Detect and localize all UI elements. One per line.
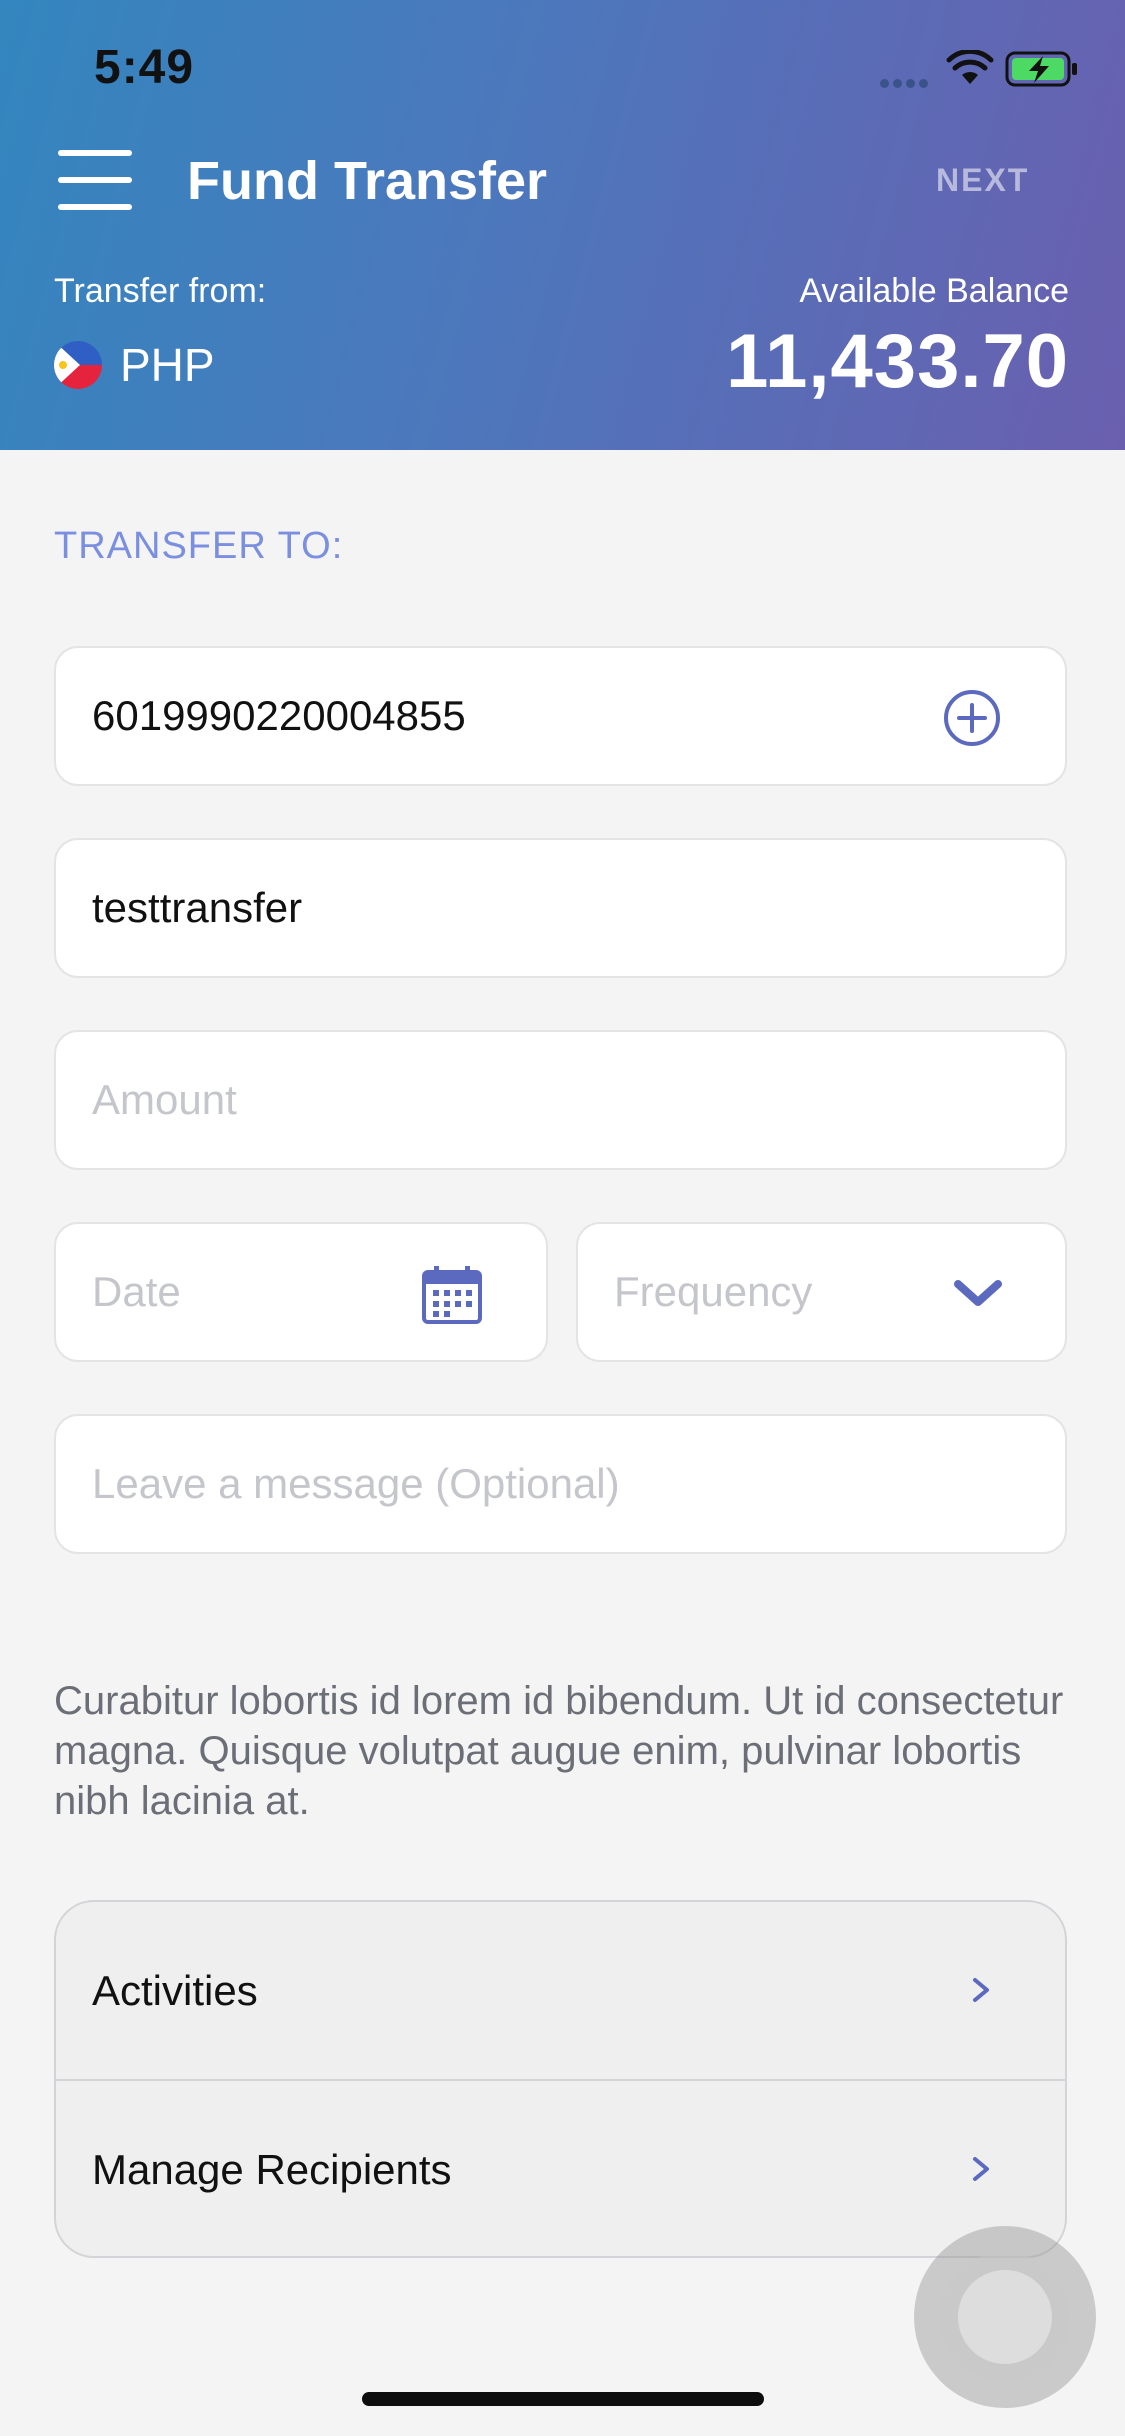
amount-placeholder: Amount (92, 1076, 237, 1123)
wifi-icon (946, 50, 994, 84)
activities-link[interactable]: Activities (56, 1902, 1065, 2079)
hamburger-menu-icon[interactable] (58, 150, 132, 210)
calendar-icon[interactable] (422, 1264, 482, 1324)
frequency-placeholder: Frequency (614, 1268, 813, 1315)
header: 5:49 Fund Transfer NEXT Transfer from: P… (0, 0, 1125, 450)
recipient-name-value: testtransfer (92, 884, 303, 931)
manage-recipients-link[interactable]: Manage Recipients (56, 2081, 1065, 2256)
chevron-right-icon (973, 1978, 989, 2002)
message-placeholder: Leave a message (Optional) (92, 1460, 620, 1507)
account-number-field[interactable]: 6019990220004855 (54, 646, 1067, 786)
cellular-signal-icon (880, 75, 932, 93)
battery-charging-icon (1005, 51, 1077, 87)
status-time: 5:49 (94, 41, 195, 94)
activities-label: Activities (92, 1967, 258, 2014)
chevron-right-icon (973, 2157, 989, 2181)
date-placeholder: Date (92, 1268, 181, 1315)
transfer-to-label: TRANSFER TO: (54, 525, 344, 567)
available-balance-label: Available Balance (799, 272, 1069, 310)
plus-circle-icon[interactable] (942, 688, 1002, 748)
account-number-value: 6019990220004855 (92, 692, 466, 739)
message-field[interactable]: Leave a message (Optional) (54, 1414, 1067, 1554)
page-title: Fund Transfer (187, 151, 548, 211)
available-balance-value: 11,433.70 (726, 319, 1069, 404)
assistive-touch-center (958, 2270, 1052, 2364)
home-indicator[interactable] (362, 2392, 764, 2406)
date-field[interactable]: Date (54, 1222, 548, 1362)
amount-field[interactable]: Amount (54, 1030, 1067, 1170)
chevron-down-icon[interactable] (948, 1264, 1008, 1324)
recipient-name-field[interactable]: testtransfer (54, 838, 1067, 978)
assistive-touch-button[interactable] (914, 2226, 1096, 2408)
frequency-dropdown[interactable]: Frequency (576, 1222, 1067, 1362)
transfer-from-label: Transfer from: (54, 272, 267, 310)
description-text: Curabitur lobortis id lorem id bibendum.… (54, 1679, 1064, 1823)
manage-recipients-label: Manage Recipients (92, 2146, 452, 2193)
currency-selector[interactable]: PHP (120, 338, 215, 392)
next-button[interactable]: NEXT (936, 162, 1029, 199)
links-list: Activities Manage Recipients (54, 1900, 1067, 2258)
philippines-flag-icon[interactable] (54, 341, 102, 389)
